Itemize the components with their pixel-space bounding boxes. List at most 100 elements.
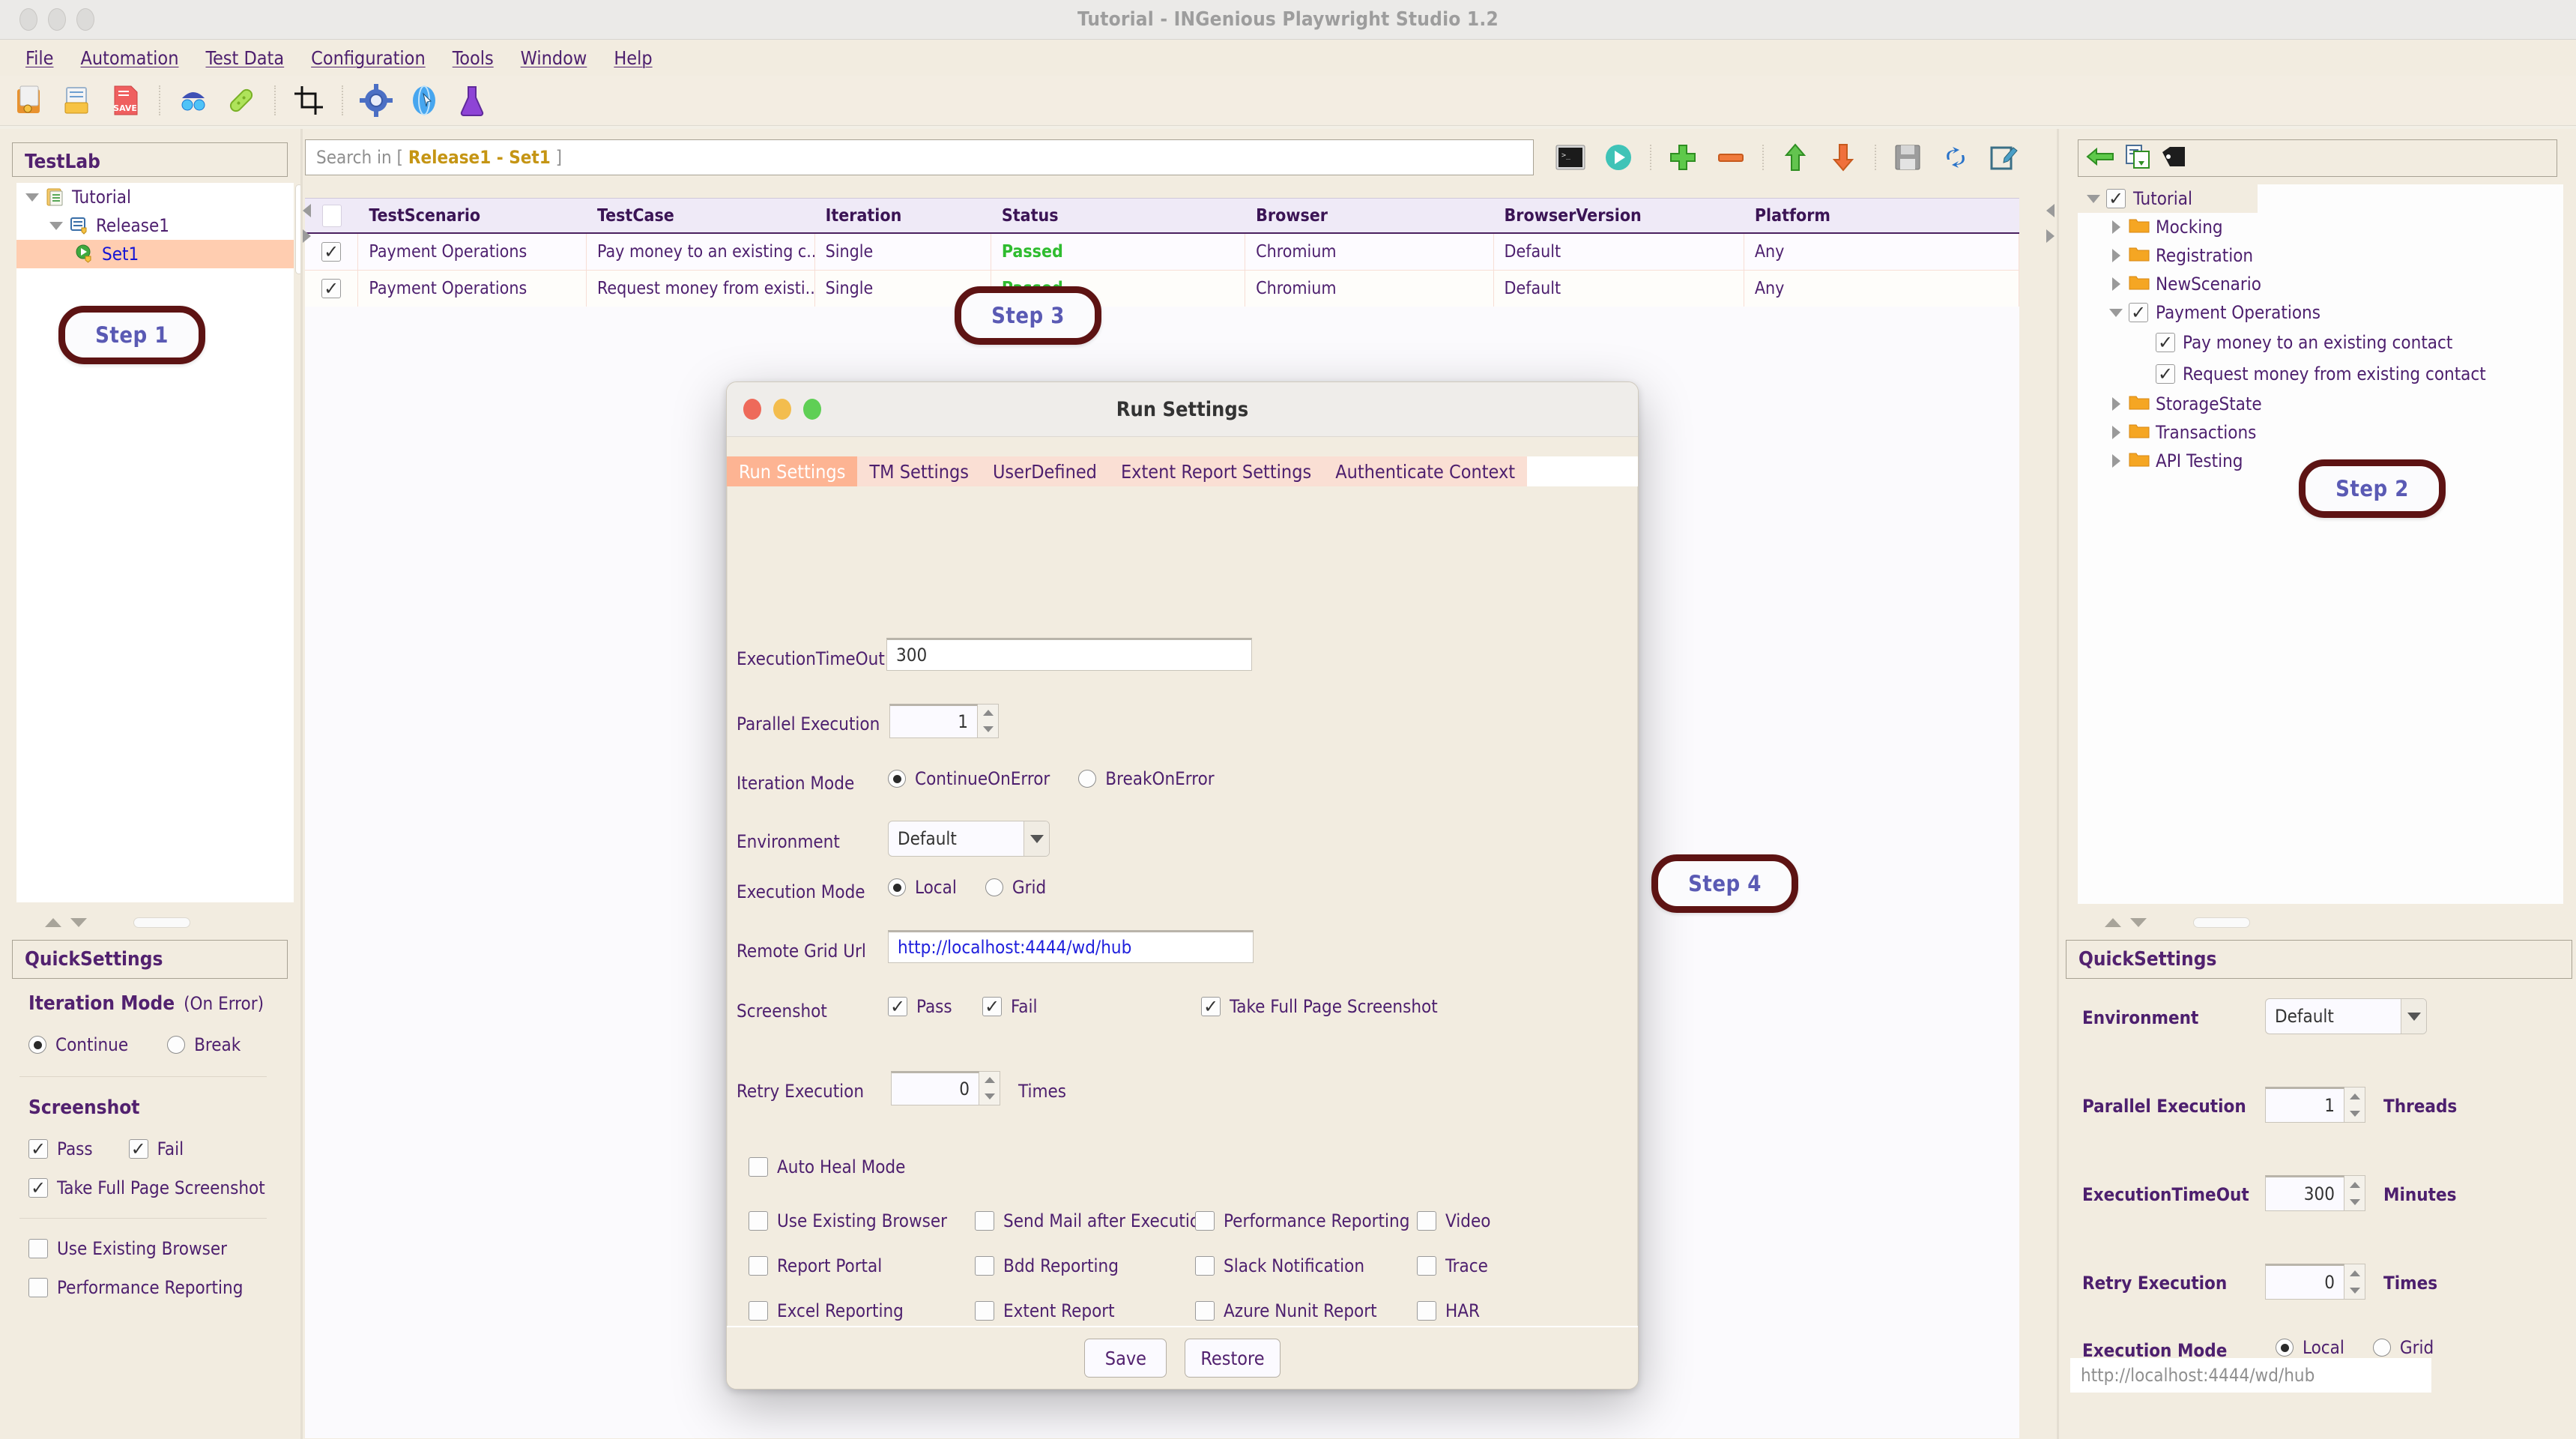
stepper-down-icon[interactable] [978, 721, 998, 737]
stepper-up-icon[interactable] [2344, 1176, 2365, 1193]
retry-execution-value[interactable]: 0 [2265, 1264, 2344, 1300]
tree-node-pay-money[interactable]: Pay money to an existing contact [2078, 327, 2563, 358]
collapse-down-icon[interactable] [70, 918, 87, 927]
parallel-execution-stepper[interactable]: 1 [889, 704, 999, 738]
environment-select[interactable]: Default [888, 821, 1050, 857]
chevron-right-icon[interactable] [2108, 424, 2124, 441]
tab-tm-settings[interactable]: TM Settings [857, 456, 981, 486]
grid-url-input[interactable]: http://localhost:4444/wd/hub [2070, 1358, 2431, 1393]
left-panel-collapse-icon[interactable] [303, 204, 311, 217]
row-checkbox[interactable] [305, 234, 359, 270]
chevron-down-icon[interactable] [2401, 999, 2426, 1034]
parallel-execution-value[interactable]: 1 [889, 704, 978, 738]
stepper-down-icon[interactable] [2344, 1193, 2365, 1210]
checkbox-slack-notification[interactable] [1195, 1256, 1215, 1276]
retry-execution-value[interactable]: 0 [891, 1071, 979, 1105]
radio-iteration-break[interactable] [167, 1036, 186, 1054]
column-header-status[interactable]: Status [991, 199, 1245, 232]
parallel-execution-value[interactable]: 1 [2265, 1087, 2344, 1123]
tree-checkbox[interactable] [2129, 303, 2148, 322]
tree-node-release1[interactable]: Release1 [16, 211, 295, 240]
scenario-tree[interactable]: Tutorial Mocking Registration [2078, 184, 2563, 904]
splitter-grip[interactable] [2193, 917, 2250, 928]
chevron-down-icon[interactable] [48, 217, 64, 234]
tree-checkbox[interactable] [2106, 189, 2126, 208]
chevron-down-icon[interactable] [2108, 304, 2124, 321]
new-project-icon[interactable] [9, 79, 51, 121]
checkbox-screenshot-pass[interactable] [888, 997, 907, 1016]
menu-automation[interactable]: Automation [67, 44, 192, 72]
left-splitter[interactable] [0, 911, 303, 934]
column-header-platform[interactable]: Platform [1744, 199, 2019, 232]
execution-timeout-input[interactable]: 300 [886, 638, 1252, 671]
retry-execution-stepper[interactable]: 0 [2265, 1264, 2365, 1300]
checkbox-auto-heal-mode[interactable] [749, 1157, 768, 1177]
parallel-execution-stepper[interactable]: 1 [2265, 1087, 2365, 1123]
chevron-down-icon[interactable] [1024, 821, 1049, 856]
checkbox-azure-nunit-report[interactable] [1195, 1301, 1215, 1321]
restore-button[interactable]: Restore [1185, 1339, 1281, 1378]
tab-extent-report-settings[interactable]: Extent Report Settings [1108, 456, 1324, 486]
tree-node-tutorial[interactable]: Tutorial [2078, 184, 2258, 213]
testlab-tree[interactable]: Tutorial Release1 Set1 [16, 183, 295, 902]
refresh-icon[interactable] [1938, 139, 1974, 175]
checkbox-screenshot-fail[interactable] [982, 997, 1002, 1016]
collapse-up-icon[interactable] [2105, 918, 2121, 927]
right-panel-expand-icon[interactable] [2046, 229, 2055, 243]
select-all-checkbox[interactable] [305, 199, 358, 232]
collapse-up-icon[interactable] [45, 918, 61, 927]
column-header-iteration[interactable]: Iteration [815, 199, 991, 232]
right-divider[interactable] [2057, 129, 2059, 1439]
stepper-up-icon[interactable] [978, 705, 998, 721]
collapse-down-icon[interactable] [2130, 918, 2147, 927]
stepper-down-icon[interactable] [979, 1088, 1000, 1105]
chevron-down-icon[interactable] [24, 189, 40, 205]
move-down-icon[interactable] [1825, 139, 1861, 175]
back-arrow-icon[interactable] [2086, 145, 2114, 171]
radio-continue-on-error[interactable] [888, 770, 906, 788]
remove-icon[interactable] [1713, 139, 1749, 175]
radio-execution-local[interactable] [2276, 1339, 2294, 1357]
checkbox-video[interactable] [1417, 1211, 1436, 1231]
column-header-testscenario[interactable]: TestScenario [358, 199, 587, 232]
settings-gear-icon[interactable] [355, 79, 397, 121]
chevron-right-icon[interactable] [2108, 396, 2124, 412]
menu-configuration[interactable]: Configuration [297, 44, 439, 72]
tag-icon[interactable] [2161, 145, 2186, 171]
tab-userdefined[interactable]: UserDefined [980, 456, 1109, 486]
stepper-up-icon[interactable] [2344, 1087, 2365, 1105]
checkbox-extent-report[interactable] [975, 1301, 994, 1321]
execution-timeout-stepper[interactable]: 300 [2265, 1175, 2365, 1211]
checkbox-screenshot-pass[interactable] [28, 1139, 48, 1159]
checkbox-bdd-reporting[interactable] [975, 1256, 994, 1276]
table-row[interactable]: Payment Operations Request money from ex… [305, 271, 2019, 307]
checkbox-har[interactable] [1417, 1301, 1436, 1321]
row-checkbox[interactable] [305, 271, 359, 307]
tree-node-mocking[interactable]: Mocking [2078, 213, 2563, 241]
stepper-up-icon[interactable] [979, 1072, 1000, 1088]
heal-icon[interactable] [220, 79, 262, 121]
checkbox-performance-reporting[interactable] [28, 1278, 48, 1297]
remote-grid-url-input[interactable]: http://localhost:4444/wd/hub [888, 930, 1254, 963]
tree-node-transactions[interactable]: Transactions [2078, 418, 2563, 447]
column-header-testcase[interactable]: TestCase [587, 199, 815, 232]
checkbox-use-existing-browser[interactable] [28, 1239, 48, 1258]
save-button[interactable]: Save [1084, 1339, 1167, 1378]
menu-file[interactable]: File [12, 44, 67, 72]
radio-execution-grid[interactable] [2372, 1339, 2391, 1357]
copy-to-icon[interactable] [2125, 144, 2150, 172]
column-header-browserversion[interactable]: BrowserVersion [1494, 199, 1744, 232]
radio-local[interactable] [888, 878, 906, 896]
menu-window[interactable]: Window [507, 44, 601, 72]
left-divider[interactable] [300, 129, 303, 1439]
stepper-down-icon[interactable] [2344, 1282, 2365, 1299]
object-spy-icon[interactable] [172, 79, 214, 121]
tree-node-request-money[interactable]: Request money from existing contact [2078, 358, 2563, 390]
splitter-grip[interactable] [133, 917, 190, 928]
table-row[interactable]: Payment Operations Pay money to an exist… [305, 234, 2019, 271]
save-project-icon[interactable]: SAVE [105, 79, 147, 121]
browser-globe-icon[interactable] [403, 79, 445, 121]
checkbox-trace[interactable] [1417, 1256, 1436, 1276]
retry-execution-stepper[interactable]: 0 [891, 1071, 1000, 1105]
radio-iteration-continue[interactable] [28, 1036, 46, 1054]
